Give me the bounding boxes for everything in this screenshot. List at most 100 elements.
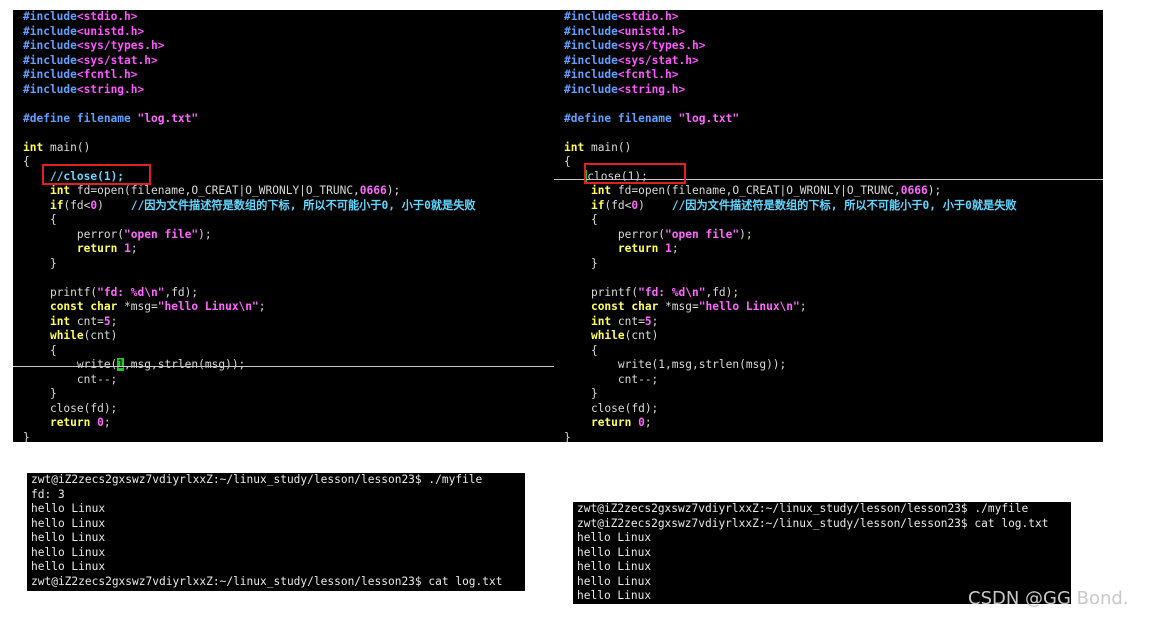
code-token: <string.h> (76, 82, 145, 96)
code-line: write(1,msg,strlen(msg)); (564, 358, 1017, 373)
code-line: } (564, 387, 1017, 402)
code-token: #include (23, 82, 77, 96)
code-token: (fd< (63, 198, 91, 212)
code-line: perror("open file"); (564, 228, 1017, 243)
code-line: } (23, 387, 476, 402)
code-token: fd=open(filename,O_CREAT|O_WRONLY|O_TRUN… (611, 184, 901, 197)
code-token: int (23, 140, 44, 154)
code-line: if(fd<0) //因为文件描述符是数组的下标, 所以不可能小于0, 小于0就… (564, 199, 1017, 214)
code-token: ; (130, 242, 138, 255)
code-token: cnt--; (564, 372, 659, 386)
code-token: #include (564, 82, 618, 96)
code-token: write( (23, 358, 118, 371)
code-line: #define filename "log.txt" (564, 112, 1017, 127)
code-token: 0666 (900, 184, 928, 197)
code-token: { (23, 155, 30, 168)
code-token: if (49, 198, 64, 212)
left-terminal: zwt@iZ2zecs2gxswz7vdiyrlxxZ:~/linux_stud… (27, 473, 525, 591)
code-token: #include (564, 68, 618, 81)
code-token: int (564, 140, 585, 154)
code-token: (cnt) (624, 329, 659, 342)
terminal-line: zwt@iZ2zecs2gxswz7vdiyrlxxZ:~/linux_stud… (31, 473, 483, 486)
code-token: ; (258, 300, 266, 313)
terminal-line: hello Linux (577, 574, 652, 588)
code-line: { (564, 213, 1017, 228)
code-line: while(cnt) (564, 329, 1017, 344)
code-line: const char *msg="hello Linux\n"; (564, 300, 1017, 315)
code-token: } (23, 430, 30, 443)
code-line: const char *msg="hello Linux\n"; (23, 300, 476, 315)
code-token: 0 (97, 416, 104, 429)
code-token: int (49, 314, 71, 328)
code-token: ,msg,strlen(msg)); (124, 358, 246, 371)
code-token: ) (97, 198, 131, 212)
code-line: #define filename "log.txt" (23, 112, 476, 127)
code-token: main() (43, 140, 91, 154)
code-line: cnt--; (564, 373, 1017, 388)
code-line: close(fd); (23, 402, 476, 417)
right-code-editor: #include<stdio.h> #include<unistd.h> #incl… (554, 10, 1103, 442)
code-token: "hello Linux\n" (157, 300, 259, 313)
left-code-editor: #include<stdio.h> #include<unistd.h> #incl… (13, 10, 554, 442)
code-token: #define filename (23, 111, 138, 125)
code-token: perror( (564, 227, 666, 241)
code-token: (cnt) (83, 329, 118, 342)
terminal-line: hello Linux (31, 502, 106, 515)
code-token: //因为文件描述符是数组的下标, 所以不可能小于0, 小于0就是失败 (671, 198, 1017, 212)
terminal-line: zwt@iZ2zecs2gxswz7vdiyrlxxZ:~/linux_stud… (577, 502, 1029, 515)
code-token: <sys/stat.h> (76, 53, 158, 67)
code-line: #include<unistd.h> (23, 25, 476, 40)
code-token: int (49, 184, 71, 197)
terminal-line: hello Linux (31, 516, 106, 530)
code-token: <sys/stat.h> (617, 53, 699, 67)
code-line: return 0; (23, 416, 476, 431)
code-token: <stdio.h> (617, 10, 679, 23)
code-token: "open file" (124, 227, 199, 241)
code-line: #include<fcntl.h> (23, 68, 476, 83)
code-line: #include<sys/types.h> (23, 39, 476, 54)
code-line: { (23, 344, 476, 359)
code-token: #include (23, 68, 77, 81)
code-token: ); (198, 227, 212, 241)
code-token: <fcntl.h> (76, 68, 138, 81)
code-line: int fd=open(filename,O_CREAT|O_WRONLY|O_… (23, 184, 476, 199)
code-token: <fcntl.h> (617, 68, 679, 81)
code-token: ; (799, 300, 807, 313)
code-token: #include (564, 10, 618, 23)
code-token: "hello Linux\n" (698, 300, 800, 313)
right-code-listing: #include<stdio.h> #include<unistd.h> #incl… (564, 10, 1017, 442)
code-token: const char (49, 300, 118, 313)
terminal-line: hello Linux (31, 531, 106, 544)
code-token: return (617, 242, 659, 255)
code-token: #include (23, 10, 77, 23)
code-token: "log.txt" (678, 111, 740, 125)
code-token: ; (110, 314, 118, 328)
code-token: 5 (644, 314, 652, 328)
code-token: { (564, 155, 571, 168)
code-token: close(fd); (564, 401, 659, 415)
terminal-line: fd: 3 (31, 487, 65, 501)
code-token: #define filename (564, 111, 679, 125)
terminal-line: hello Linux (577, 589, 652, 602)
code-line: #include<stdio.h> (564, 10, 1017, 25)
code-token: ; (651, 314, 659, 328)
right-highlight-box (584, 163, 686, 184)
code-line: #include<sys/stat.h> (23, 54, 476, 69)
code-token: cnt= (70, 314, 104, 328)
code-token: <string.h> (617, 82, 686, 96)
code-line: printf("fd: %d\n",fd); (564, 286, 1017, 301)
watermark: CSDN @GG Bond. (968, 588, 1129, 609)
code-line: } (23, 257, 476, 272)
code-token: //因为文件描述符是数组的下标, 所以不可能小于0, 小于0就是失败 (130, 198, 476, 212)
code-line: } (23, 431, 476, 443)
code-token: fd=open(filename,O_CREAT|O_WRONLY|O_TRUN… (70, 184, 360, 197)
